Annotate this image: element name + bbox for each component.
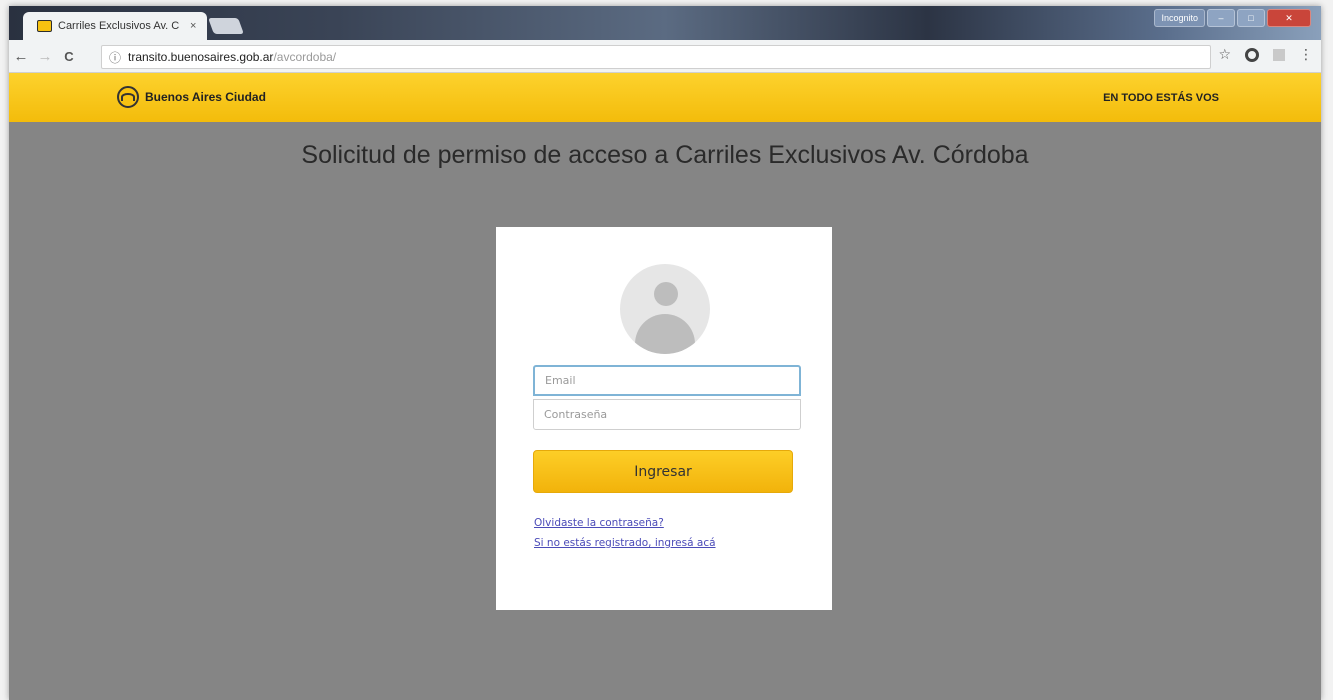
browser-window: Carriles Exclusivos Av. C × Incognito – …	[9, 6, 1321, 700]
window-controls: Incognito – □ ✕	[1154, 9, 1311, 27]
page-title: Solicitud de permiso de acceso a Carrile…	[301, 141, 1029, 169]
login-button[interactable]: Ingresar	[533, 450, 793, 493]
browser-toolbar: ← → C ⓘ transito.buenosaires.gob.ar /avc…	[9, 40, 1321, 73]
favicon-icon	[37, 20, 52, 32]
site-header: Buenos Aires Ciudad EN TODO ESTÁS VOS	[9, 73, 1321, 122]
new-tab-button[interactable]	[208, 18, 244, 34]
extension-square-icon[interactable]	[1273, 48, 1285, 61]
brand[interactable]: Buenos Aires Ciudad	[117, 86, 266, 108]
star-icon[interactable]: ☆	[1218, 46, 1231, 63]
close-window-button[interactable]: ✕	[1267, 9, 1311, 27]
back-icon[interactable]: ←	[9, 48, 33, 65]
avatar-icon	[620, 264, 710, 354]
tab-close-icon[interactable]: ×	[190, 20, 196, 32]
forgot-password-link[interactable]: Olvidaste la contraseña?	[534, 517, 664, 529]
menu-icon[interactable]: ⋮	[1299, 46, 1313, 63]
reload-icon[interactable]: C	[57, 49, 81, 64]
email-field[interactable]	[533, 365, 801, 396]
maximize-button[interactable]: □	[1237, 9, 1265, 27]
toolbar-actions: ☆ ⋮	[1218, 46, 1313, 63]
info-icon[interactable]: ⓘ	[106, 49, 124, 66]
site-slogan: EN TODO ESTÁS VOS	[1103, 92, 1219, 104]
minimize-button[interactable]: –	[1207, 9, 1235, 27]
url-path: /avcordoba/	[273, 50, 337, 64]
brand-name: Buenos Aires Ciudad	[145, 90, 266, 104]
forward-icon[interactable]: →	[33, 48, 57, 65]
register-link[interactable]: Si no estás registrado, ingresá acá	[534, 537, 716, 549]
title-bar: Carriles Exclusivos Av. C × Incognito – …	[9, 6, 1321, 40]
login-card: Ingresar Olvidaste la contraseña? Si no …	[496, 227, 832, 610]
password-field[interactable]	[533, 399, 801, 430]
extension-icon[interactable]	[1245, 47, 1259, 62]
incognito-badge[interactable]: Incognito	[1154, 9, 1205, 27]
url-host: transito.buenosaires.gob.ar	[128, 50, 274, 64]
address-bar[interactable]: ⓘ transito.buenosaires.gob.ar /avcordoba…	[101, 45, 1211, 69]
browser-tab[interactable]: Carriles Exclusivos Av. C ×	[23, 12, 207, 40]
city-logo-icon	[117, 86, 139, 108]
tab-title: Carriles Exclusivos Av. C	[58, 20, 180, 32]
